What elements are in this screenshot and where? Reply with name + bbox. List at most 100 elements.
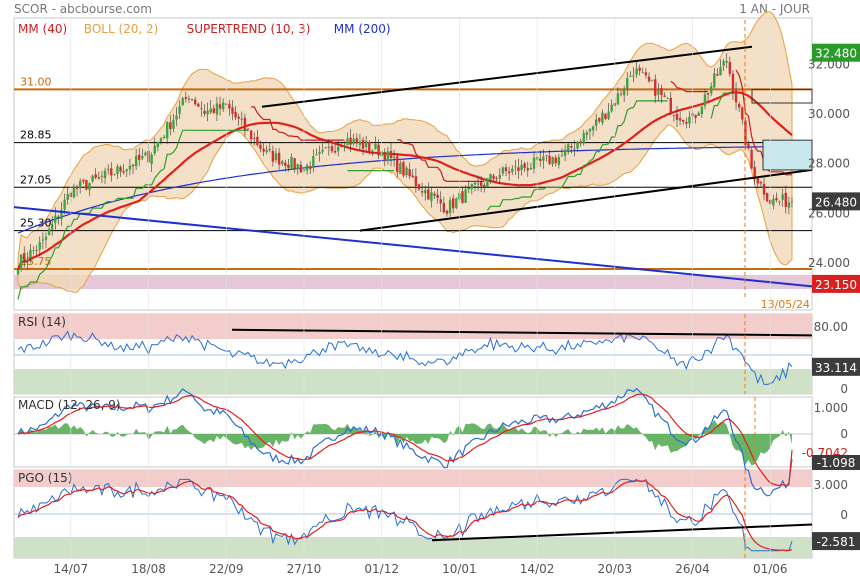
candle xyxy=(343,145,346,147)
candle xyxy=(663,95,666,97)
candle xyxy=(221,102,225,110)
candle xyxy=(654,79,657,96)
price-y-tick: 24.000 xyxy=(808,256,850,270)
candle xyxy=(193,99,197,105)
candle xyxy=(560,155,564,157)
candle xyxy=(594,119,598,126)
candle xyxy=(128,165,132,170)
candle xyxy=(402,161,405,176)
legend-item-3: MM (200) xyxy=(334,22,391,36)
candle xyxy=(131,164,135,167)
candle xyxy=(775,198,778,201)
legend-item-0: MM (40) xyxy=(18,22,67,36)
rsi-tick-0: 0 xyxy=(840,382,848,396)
candle xyxy=(504,167,508,172)
candle xyxy=(731,73,735,92)
candle xyxy=(520,164,523,171)
candle xyxy=(666,98,669,99)
stock-chart: SCOR - abcbourse.com 1 AN - JOUR 31.00 28… xyxy=(13,2,860,576)
candle xyxy=(327,146,331,148)
candle xyxy=(153,145,156,154)
candle xyxy=(346,138,349,146)
candle xyxy=(299,164,303,173)
pgo-tick-3: 3.000 xyxy=(814,478,848,492)
candle xyxy=(557,157,561,165)
candle xyxy=(228,104,231,109)
price-y-tick: 30.000 xyxy=(808,107,850,121)
candle xyxy=(411,175,414,178)
x-axis-label: 22/09 xyxy=(209,562,244,576)
candle xyxy=(476,183,480,185)
candle xyxy=(678,118,682,121)
candle xyxy=(215,103,219,115)
candle xyxy=(321,149,324,152)
price-badge-1: 26.480 xyxy=(815,195,857,209)
candle xyxy=(364,140,368,148)
candle xyxy=(725,61,728,63)
candle xyxy=(778,201,781,203)
candle xyxy=(308,166,312,170)
candle xyxy=(181,98,184,106)
candle xyxy=(489,174,492,180)
candle xyxy=(703,94,707,106)
candle xyxy=(119,167,122,172)
candle xyxy=(197,103,200,107)
candle xyxy=(383,151,386,161)
pgo-tick-0: 0 xyxy=(840,508,848,522)
candle xyxy=(138,154,141,160)
candle xyxy=(657,89,660,95)
candle xyxy=(765,192,769,202)
x-axis-label: 18/08 xyxy=(131,562,166,576)
candle xyxy=(427,189,430,200)
candle xyxy=(772,198,775,206)
candle xyxy=(290,156,293,169)
price-badge-2: 23.150 xyxy=(815,278,857,292)
candle xyxy=(97,177,101,180)
candle xyxy=(607,111,610,119)
candle xyxy=(318,151,321,154)
candle xyxy=(486,178,489,187)
candle xyxy=(551,157,554,165)
candle xyxy=(629,75,632,77)
candle xyxy=(141,156,144,159)
candle xyxy=(697,112,700,116)
candle xyxy=(63,199,66,210)
candle xyxy=(75,186,79,189)
candle xyxy=(734,90,738,103)
candle xyxy=(19,254,23,270)
candle xyxy=(371,149,374,152)
candle xyxy=(399,163,402,174)
candle xyxy=(234,111,237,118)
candle xyxy=(598,117,601,122)
period-label: 1 AN - JOUR xyxy=(739,2,810,16)
candle xyxy=(420,191,424,193)
candle xyxy=(529,167,533,170)
candle xyxy=(709,86,713,94)
candle xyxy=(23,253,26,261)
candle xyxy=(405,167,408,175)
level-label-1: 28.85 xyxy=(20,129,52,142)
candle xyxy=(700,106,704,115)
candle xyxy=(212,108,216,114)
candle xyxy=(591,126,595,131)
rsi-legend: RSI (14) xyxy=(18,315,66,329)
candle xyxy=(781,194,784,200)
macd-tick-1: 1.000 xyxy=(814,401,848,415)
candle xyxy=(296,164,299,170)
candle xyxy=(716,74,719,76)
candle xyxy=(35,250,38,251)
candle xyxy=(641,72,644,74)
candle xyxy=(660,88,663,96)
candle xyxy=(293,158,296,169)
candle xyxy=(240,118,244,120)
candle xyxy=(414,176,418,186)
candle xyxy=(706,93,710,95)
candle xyxy=(396,156,399,173)
candle xyxy=(747,143,750,149)
candle xyxy=(110,168,113,176)
candle xyxy=(44,236,48,240)
candle xyxy=(479,181,483,187)
candle xyxy=(156,141,160,148)
candle xyxy=(424,190,427,194)
candle xyxy=(100,175,104,177)
